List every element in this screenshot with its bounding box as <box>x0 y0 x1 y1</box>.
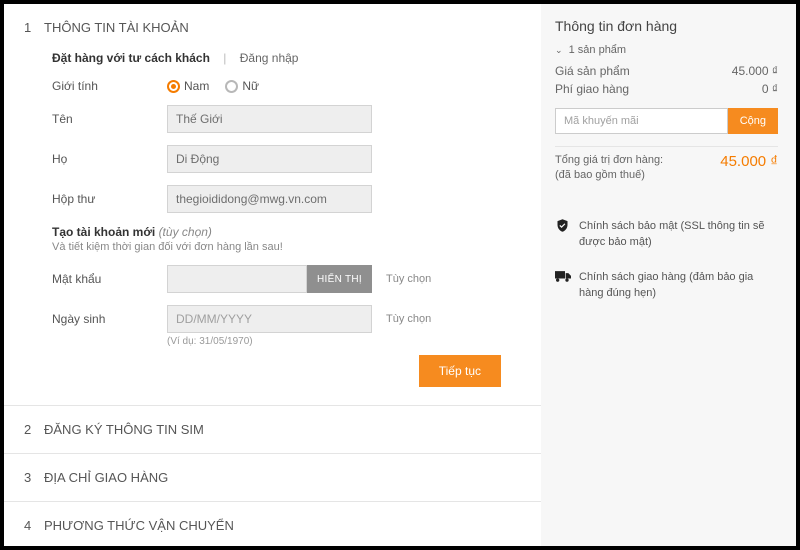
subtotal-value: 45.000 ₫ <box>732 64 778 78</box>
lastname-input[interactable] <box>167 145 372 173</box>
step-shipping[interactable]: 4 PHƯƠNG THỨC VẬN CHUYỂN <box>4 502 541 546</box>
password-input[interactable] <box>167 265 307 293</box>
promo-row: Cộng <box>555 108 778 134</box>
radio-icon <box>167 80 180 93</box>
gender-group: Nam Nữ <box>167 79 259 93</box>
shipping-label: Phí giao hàng <box>555 82 629 96</box>
step-title: PHƯƠNG THỨC VẬN CHUYỂN <box>44 518 234 533</box>
step-num: 2 <box>24 422 44 437</box>
radio-female[interactable]: Nữ <box>225 79 259 93</box>
policy-text: Chính sách giao hàng (đảm bảo gia hàng đ… <box>579 269 778 302</box>
dob-input[interactable] <box>167 305 372 333</box>
continue-button[interactable]: Tiếp tục <box>419 355 501 387</box>
step-num: 3 <box>24 470 44 485</box>
auth-mode: Đặt hàng với tư cách khách | Đăng nhập <box>52 51 501 65</box>
policy-security: Chính sách bảo mật (SSL thông tin sẽ đượ… <box>555 218 778 251</box>
label-gender: Giới tính <box>52 79 167 93</box>
radio-icon <box>225 80 238 93</box>
firstname-input[interactable] <box>167 105 372 133</box>
step-num: 4 <box>24 518 44 533</box>
row-firstname: Tên <box>52 105 501 133</box>
step-title: ĐĂNG KÝ THÔNG TIN SIM <box>44 422 204 437</box>
step-actions: Tiếp tục <box>52 355 501 387</box>
total-label: Tổng giá trị đơn hàng: <box>555 153 663 168</box>
sep: | <box>223 51 226 65</box>
checkout-main: 1 THÔNG TIN TÀI KHOẢN Đặt hàng với tư cá… <box>4 4 541 546</box>
truck-icon <box>555 269 571 285</box>
shipping-value: 0 ₫ <box>762 82 778 96</box>
step-account: 1 THÔNG TIN TÀI KHOẢN Đặt hàng với tư cá… <box>4 4 541 406</box>
label-firstname: Tên <box>52 112 167 126</box>
step-title: ĐỊA CHỈ GIAO HÀNG <box>44 470 168 485</box>
row-lastname: Họ <box>52 145 501 173</box>
create-account-title: Tạo tài khoản mới (tùy chọn) <box>52 225 501 239</box>
optional-text: Tùy chọn <box>386 273 431 285</box>
step-sim[interactable]: 2 ĐĂNG KÝ THÔNG TIN SIM <box>4 406 541 454</box>
row-email: Hộp thư <box>52 185 501 213</box>
step-title: THÔNG TIN TÀI KHOẢN <box>44 20 189 35</box>
promo-input[interactable] <box>555 108 728 134</box>
order-summary: Thông tin đơn hàng ⌄ 1 sản phẩm Giá sản … <box>541 4 796 546</box>
price-lines: Giá sản phẩm 45.000 ₫ Phí giao hàng 0 ₫ <box>555 62 778 98</box>
email-input[interactable] <box>167 185 372 213</box>
label-password: Mật khẩu <box>52 272 167 286</box>
items-toggle[interactable]: ⌄ 1 sản phẩm <box>555 44 778 56</box>
radio-male[interactable]: Nam <box>167 79 209 93</box>
promo-apply-button[interactable]: Cộng <box>728 108 778 134</box>
policy-text: Chính sách bảo mật (SSL thông tin sẽ đượ… <box>579 218 778 251</box>
total-value: 45.000 ₫ <box>720 153 778 170</box>
mode-login[interactable]: Đăng nhập <box>240 51 299 65</box>
policy-shipping: Chính sách giao hàng (đảm bảo gia hàng đ… <box>555 269 778 302</box>
row-dob: Ngày sinh Tùy chọn <box>52 305 501 333</box>
optional-text: Tùy chọn <box>386 313 431 325</box>
step-body-account: Đặt hàng với tư cách khách | Đăng nhập G… <box>4 51 541 405</box>
row-gender: Giới tính Nam Nữ <box>52 79 501 93</box>
dob-hint: (Ví dụ: 31/05/1970) <box>167 336 501 347</box>
label-dob: Ngày sinh <box>52 312 167 326</box>
subtotal-label: Giá sản phẩm <box>555 64 630 78</box>
mode-guest[interactable]: Đặt hàng với tư cách khách <box>52 51 210 65</box>
total-row: Tổng giá trị đơn hàng: (đã bao gồm thuế)… <box>555 146 778 200</box>
row-password: Mật khẩu HIỂN THỊ Tùy chọn <box>52 265 501 293</box>
step-header-1: 1 THÔNG TIN TÀI KHOẢN <box>4 4 541 45</box>
total-tax-note: (đã bao gồm thuế) <box>555 168 663 183</box>
label-email: Hộp thư <box>52 192 167 206</box>
summary-title: Thông tin đơn hàng <box>555 18 778 34</box>
label-lastname: Họ <box>52 152 167 166</box>
shield-icon <box>555 218 571 234</box>
step-num: 1 <box>24 20 44 35</box>
create-account-subtitle: Và tiết kiệm thời gian đối với đơn hàng … <box>52 241 501 253</box>
step-address[interactable]: 3 ĐỊA CHỈ GIAO HÀNG <box>4 454 541 502</box>
chevron-down-icon: ⌄ <box>555 45 563 56</box>
password-toggle[interactable]: HIỂN THỊ <box>307 265 372 293</box>
